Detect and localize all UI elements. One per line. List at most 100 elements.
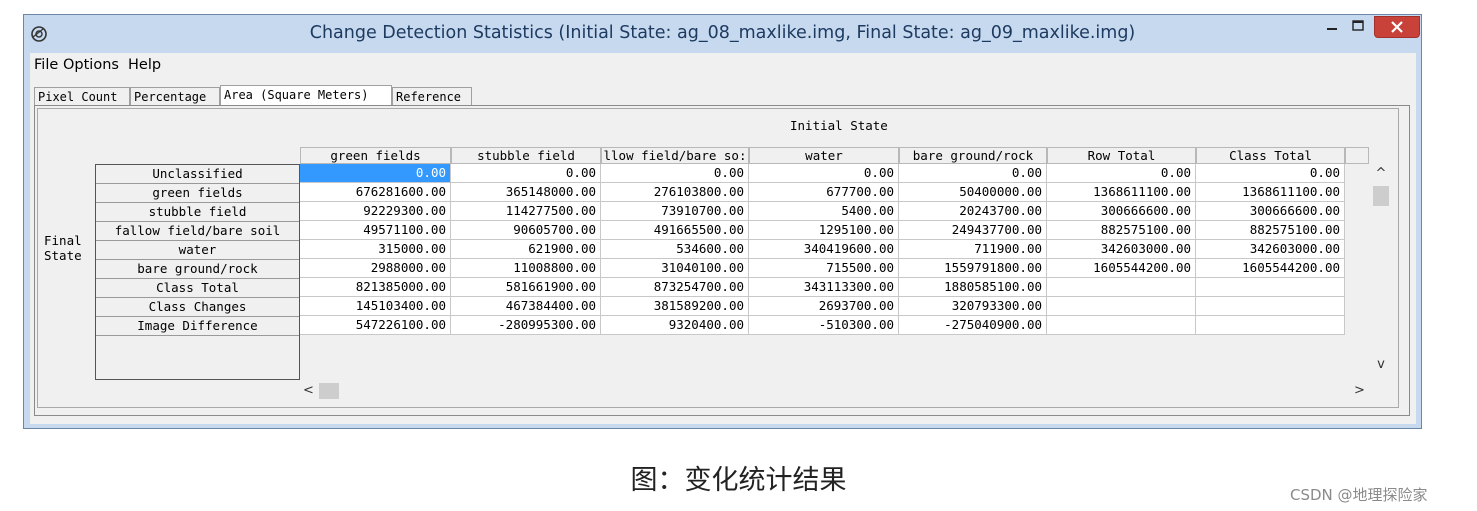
table-cell[interactable]: 73910700.00 <box>601 202 749 221</box>
column-header-filler <box>1345 147 1369 164</box>
final-state-label-line2: State <box>44 248 82 263</box>
table-cell[interactable]: 365148000.00 <box>451 183 601 202</box>
table-cell[interactable]: 1559791800.00 <box>899 259 1047 278</box>
table-cell[interactable]: 20243700.00 <box>899 202 1047 221</box>
column-header[interactable]: Row Total <box>1047 147 1196 164</box>
table-cell[interactable]: 0.00 <box>1196 164 1345 183</box>
table-cell[interactable]: 534600.00 <box>601 240 749 259</box>
tab-percentage[interactable]: Percentage <box>130 87 220 105</box>
scroll-up-icon[interactable]: ^ <box>1372 166 1390 182</box>
table-cell[interactable]: 882575100.00 <box>1047 221 1196 240</box>
column-header[interactable]: bare ground/rock <box>899 147 1047 164</box>
column-header[interactable]: green fields <box>300 147 451 164</box>
menu-options[interactable]: Options <box>63 57 119 73</box>
table-cell[interactable]: 320793300.00 <box>899 297 1047 316</box>
row-header[interactable]: water <box>96 241 299 260</box>
table-cell[interactable]: 1368611100.00 <box>1047 183 1196 202</box>
tab-area-square-meters[interactable]: Area (Square Meters) <box>220 85 392 106</box>
scroll-right-icon[interactable]: > <box>1354 383 1368 399</box>
table-cell[interactable]: 92229300.00 <box>300 202 451 221</box>
scroll-down-icon[interactable]: v <box>1372 357 1390 373</box>
table-cell[interactable] <box>1196 278 1345 297</box>
table-cell[interactable]: 2693700.00 <box>749 297 899 316</box>
close-button[interactable] <box>1374 16 1420 38</box>
table-cell[interactable]: 676281600.00 <box>300 183 451 202</box>
table-cell[interactable]: 340419600.00 <box>749 240 899 259</box>
maximize-button[interactable] <box>1345 16 1371 38</box>
table-cell[interactable]: 711900.00 <box>899 240 1047 259</box>
row-header[interactable]: Class Changes <box>96 298 299 317</box>
table-cell[interactable]: 276103800.00 <box>601 183 749 202</box>
row-header[interactable]: fallow field/bare soil <box>96 222 299 241</box>
row-header[interactable]: green fields <box>96 184 299 203</box>
table-cell[interactable]: 5400.00 <box>749 202 899 221</box>
table-cell[interactable]: 581661900.00 <box>451 278 601 297</box>
table-cell[interactable]: 882575100.00 <box>1196 221 1345 240</box>
close-icon <box>1391 21 1403 33</box>
minimize-button[interactable] <box>1319 16 1345 38</box>
table-cell[interactable]: 9320400.00 <box>601 316 749 335</box>
row-header[interactable]: bare ground/rock <box>96 260 299 279</box>
table-cell[interactable]: 821385000.00 <box>300 278 451 297</box>
table-cell[interactable]: 145103400.00 <box>300 297 451 316</box>
row-header[interactable]: stubble field <box>96 203 299 222</box>
row-header[interactable]: Unclassified <box>96 165 299 184</box>
table-cell[interactable]: 0.00 <box>1047 164 1196 183</box>
tab-pixel-count[interactable]: Pixel Count <box>34 87 130 105</box>
tab-reference[interactable]: Reference <box>392 87 472 105</box>
table-cell[interactable] <box>1047 278 1196 297</box>
table-cell[interactable]: 1880585100.00 <box>899 278 1047 297</box>
scroll-left-icon[interactable]: < <box>303 383 317 399</box>
menu-help[interactable]: Help <box>128 57 161 73</box>
table-cell[interactable]: -280995300.00 <box>451 316 601 335</box>
table-cell[interactable]: 0.00 <box>451 164 601 183</box>
table-cell[interactable]: 49571100.00 <box>300 221 451 240</box>
table-cell[interactable] <box>1196 316 1345 335</box>
table-cell[interactable]: 0.00 <box>601 164 749 183</box>
title-bar[interactable]: Change Detection Statistics (Initial Sta… <box>24 15 1421 53</box>
table-cell[interactable] <box>1047 297 1196 316</box>
table-cell[interactable]: 31040100.00 <box>601 259 749 278</box>
table-cell[interactable]: 343113300.00 <box>749 278 899 297</box>
table-cell[interactable]: -275040900.00 <box>899 316 1047 335</box>
table-cell[interactable]: 1605544200.00 <box>1196 259 1345 278</box>
table-cell[interactable]: 2988000.00 <box>300 259 451 278</box>
menu-file[interactable]: File <box>34 57 58 73</box>
table-cell[interactable]: 0.00 <box>300 164 451 183</box>
table-cell[interactable]: 491665500.00 <box>601 221 749 240</box>
table-cell[interactable]: 1368611100.00 <box>1196 183 1345 202</box>
table-cell[interactable]: -510300.00 <box>749 316 899 335</box>
horizontal-scroll-thumb[interactable] <box>319 383 339 399</box>
table-cell[interactable]: 50400000.00 <box>899 183 1047 202</box>
table-cell[interactable]: 547226100.00 <box>300 316 451 335</box>
table-cell[interactable]: 114277500.00 <box>451 202 601 221</box>
table-cell[interactable]: 315000.00 <box>300 240 451 259</box>
row-header[interactable]: Class Total <box>96 279 299 298</box>
table-cell[interactable]: 715500.00 <box>749 259 899 278</box>
table-cell[interactable]: 0.00 <box>899 164 1047 183</box>
table-cell[interactable]: 677700.00 <box>749 183 899 202</box>
table-cell[interactable]: 381589200.00 <box>601 297 749 316</box>
table-cell[interactable]: 0.00 <box>749 164 899 183</box>
table-cell[interactable]: 1605544200.00 <box>1047 259 1196 278</box>
table-cell[interactable]: 300666600.00 <box>1047 202 1196 221</box>
table-cell[interactable]: 342603000.00 <box>1047 240 1196 259</box>
column-header[interactable]: stubble field <box>451 147 601 164</box>
table-cell[interactable]: 300666600.00 <box>1196 202 1345 221</box>
table-cell[interactable]: 621900.00 <box>451 240 601 259</box>
vertical-scroll-thumb[interactable] <box>1373 186 1389 206</box>
column-header[interactable]: Class Total <box>1196 147 1345 164</box>
final-state-label-line1: Final <box>44 233 82 248</box>
table-cell[interactable] <box>1196 297 1345 316</box>
row-header[interactable]: Image Difference <box>96 317 299 336</box>
table-cell[interactable]: 467384400.00 <box>451 297 601 316</box>
table-cell[interactable]: 249437700.00 <box>899 221 1047 240</box>
table-cell[interactable]: 11008800.00 <box>451 259 601 278</box>
column-header[interactable]: water <box>749 147 899 164</box>
table-cell[interactable] <box>1047 316 1196 335</box>
column-header[interactable]: llow field/bare so: <box>601 147 749 164</box>
table-cell[interactable]: 342603000.00 <box>1196 240 1345 259</box>
table-cell[interactable]: 1295100.00 <box>749 221 899 240</box>
table-cell[interactable]: 90605700.00 <box>451 221 601 240</box>
table-cell[interactable]: 873254700.00 <box>601 278 749 297</box>
